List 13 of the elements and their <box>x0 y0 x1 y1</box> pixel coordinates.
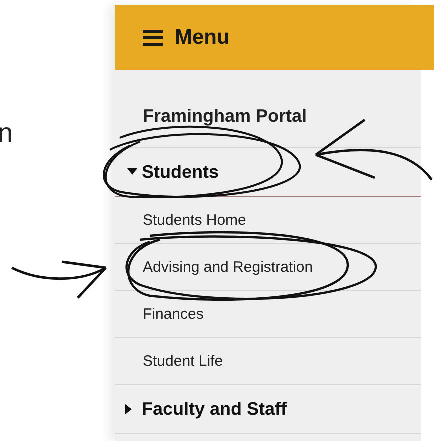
cut-off-text: n <box>0 118 14 148</box>
caret-down-icon <box>127 168 138 176</box>
menu-item[interactable]: Advising and Registration <box>115 244 421 291</box>
menu-item[interactable]: Student Life <box>115 338 421 385</box>
portal-link[interactable]: Framingham Portal <box>143 106 308 126</box>
menu-item[interactable]: Students Home <box>115 197 421 244</box>
menu-header[interactable]: Menu <box>115 5 434 70</box>
menu-title: Menu <box>175 26 230 50</box>
menu-icon <box>143 30 163 46</box>
caret-right-icon <box>125 404 133 414</box>
menu-group[interactable]: Faculty and Staff <box>115 385 421 434</box>
menu-item[interactable]: Finances <box>115 291 421 338</box>
menu-group[interactable]: Students <box>115 148 421 197</box>
